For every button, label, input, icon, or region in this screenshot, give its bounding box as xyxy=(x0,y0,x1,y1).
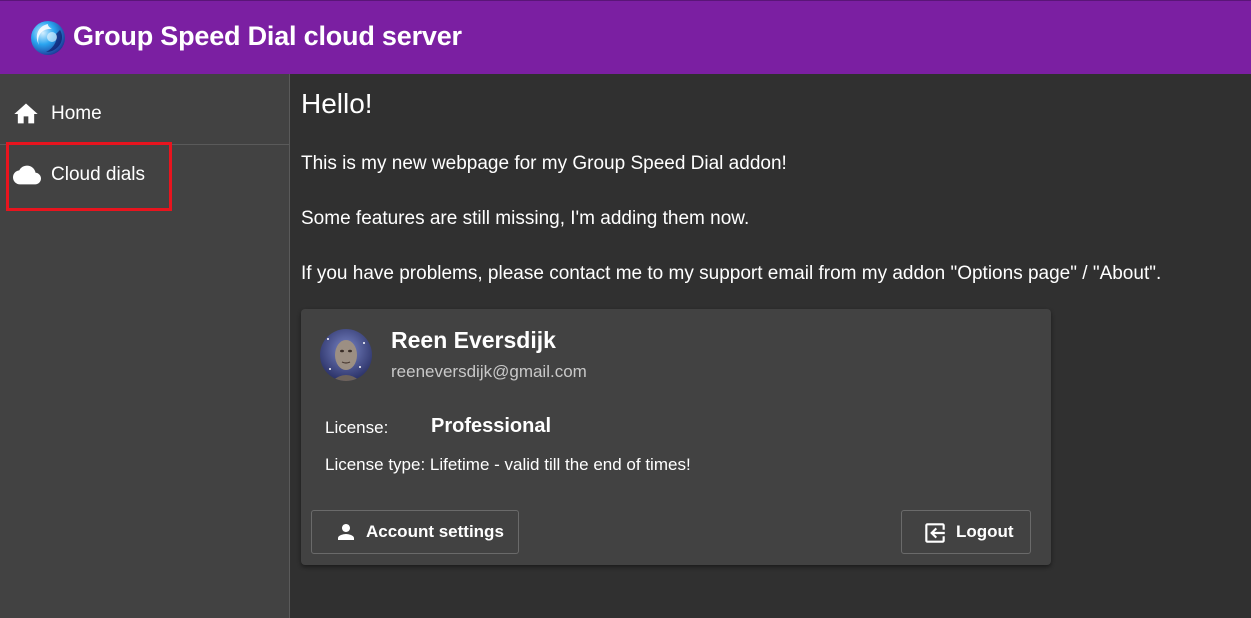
account-settings-button[interactable]: Account settings xyxy=(311,510,519,554)
logo-icon[interactable] xyxy=(30,20,66,56)
license-value: Professional xyxy=(431,415,552,437)
home-icon xyxy=(12,100,40,128)
license-type: License type: Lifetime - valid till the … xyxy=(325,455,691,474)
license-label: License: xyxy=(325,418,389,437)
sidebar-item-label: Cloud dials xyxy=(51,164,145,185)
sidebar-item-home[interactable]: Home xyxy=(0,84,290,144)
features-paragraph: Some features are still missing, I'm add… xyxy=(301,208,750,229)
intro-paragraph: This is my new webpage for my Group Spee… xyxy=(301,153,787,174)
cloud-icon xyxy=(12,161,41,189)
sidebar-item-label: Home xyxy=(51,103,102,124)
logout-label: Logout xyxy=(956,522,1014,541)
account-card: Reen Eversdijk reeneversdijk@gmail.com L… xyxy=(301,309,1051,565)
avatar xyxy=(320,329,372,381)
main-content: Hello! This is my new webpage for my Gro… xyxy=(291,74,1251,618)
support-paragraph: If you have problems, please contact me … xyxy=(301,263,1162,284)
user-email: reeneversdijk@gmail.com xyxy=(391,362,587,381)
person-icon xyxy=(334,520,358,544)
app-title: Group Speed Dial cloud server xyxy=(73,21,462,51)
logout-icon xyxy=(922,520,946,544)
page-title: Hello! xyxy=(301,88,373,119)
sidebar-item-cloud-dials[interactable]: Cloud dials xyxy=(0,145,290,205)
account-settings-label: Account settings xyxy=(366,522,504,541)
logout-button[interactable]: Logout xyxy=(901,510,1031,554)
user-name: Reen Eversdijk xyxy=(391,327,556,353)
sidebar: Home Cloud dials xyxy=(0,74,290,618)
app-header: Group Speed Dial cloud server xyxy=(0,0,1251,74)
